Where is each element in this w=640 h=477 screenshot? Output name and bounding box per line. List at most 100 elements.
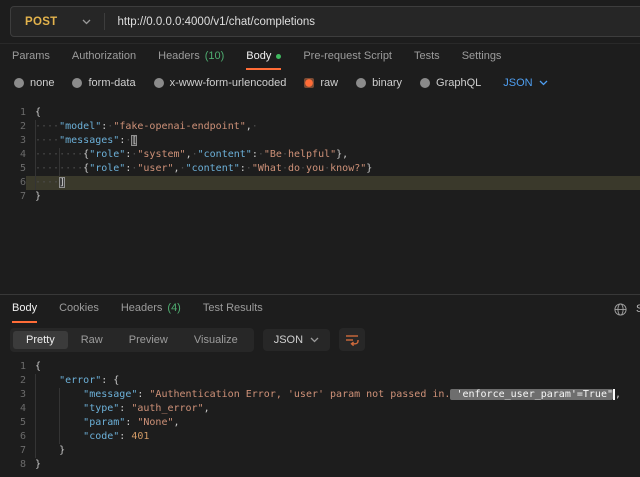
line-number: 1 (0, 360, 26, 374)
code-text: "message": "Authentication Error, 'user'… (26, 388, 640, 402)
tab-label: Pre-request Script (303, 50, 392, 62)
tab-label: Body (12, 302, 37, 314)
code-text: } (26, 190, 640, 204)
chevron-down-icon[interactable] (82, 19, 91, 25)
code-text: ····] (26, 176, 640, 190)
code-text: { (26, 106, 640, 120)
request-tab-settings[interactable]: Settings (462, 44, 502, 70)
response-view-row: PrettyRawPreviewVisualize JSON (0, 323, 640, 356)
indent-guide (59, 148, 60, 176)
response-view-preview[interactable]: Preview (116, 331, 181, 349)
code-text: "code": 401 (26, 430, 640, 444)
tab-count-badge: (4) (167, 302, 180, 314)
code-line: 7} (0, 190, 640, 204)
body-mode-form-data[interactable]: form-data (72, 77, 135, 89)
response-tabs: Body Cookies Headers (4) Test Results St (0, 295, 640, 323)
line-number: 6 (0, 430, 26, 444)
tab-label: Body (246, 50, 271, 62)
tab-label: Authorization (72, 50, 136, 62)
response-tab-test-results[interactable]: Test Results (203, 295, 263, 323)
response-view-visualize[interactable]: Visualize (181, 331, 251, 349)
code-line: 8} (0, 458, 640, 472)
tab-label: Headers (121, 302, 163, 314)
status-text-cutoff: St (636, 303, 640, 315)
code-text: ····"messages":·[ (26, 134, 640, 148)
request-tab-headers[interactable]: Headers (10) (158, 44, 224, 70)
tab-label: Settings (462, 50, 502, 62)
tab-label: Params (12, 50, 50, 62)
radio-icon (14, 78, 24, 88)
code-line: 3 "message": "Authentication Error, 'use… (0, 388, 640, 402)
radio-icon (420, 78, 430, 88)
tab-label: Headers (158, 50, 200, 62)
line-number: 5 (0, 162, 26, 176)
body-mode-label: raw (320, 77, 338, 89)
tab-label: Tests (414, 50, 440, 62)
body-mode-graphql[interactable]: GraphQL (420, 77, 481, 89)
body-mode-row: none form-data x-www-form-urlencoded raw bin… (0, 70, 640, 96)
globe-icon[interactable] (614, 303, 627, 316)
response-tab-cookies[interactable]: Cookies (59, 295, 99, 323)
code-line: 4 "type": "auth_error", (0, 402, 640, 416)
request-language-select[interactable]: JSON (503, 77, 547, 89)
tab-label: Test Results (203, 302, 263, 314)
line-number: 2 (0, 374, 26, 388)
response-view-switcher: PrettyRawPreviewVisualize (10, 328, 254, 352)
request-language-label: JSON (503, 77, 532, 89)
code-line: 2 "error": { (0, 374, 640, 388)
body-mode-x-www-form-urlencoded[interactable]: x-www-form-urlencoded (154, 77, 287, 89)
body-mode-label: GraphQL (436, 77, 481, 89)
radio-icon (304, 78, 314, 88)
code-line: 2····"model":·"fake-openai-endpoint",· (0, 120, 640, 134)
indent-guide (35, 374, 36, 458)
response-language-select[interactable]: JSON (263, 329, 330, 351)
tab-count-badge: (10) (205, 50, 225, 62)
code-text: ····"model":·"fake-openai-endpoint",· (26, 120, 640, 134)
code-text: { (26, 360, 640, 374)
line-number: 3 (0, 134, 26, 148)
body-mode-binary[interactable]: binary (356, 77, 402, 89)
response-view-pretty[interactable]: Pretty (13, 331, 68, 349)
body-mode-label: binary (372, 77, 402, 89)
line-number: 8 (0, 458, 26, 472)
line-number: 3 (0, 388, 26, 402)
code-line: 7 } (0, 444, 640, 458)
request-url-input[interactable]: http://0.0.0.0:4000/v1/chat/completions (118, 16, 316, 28)
request-editor[interactable]: 1{2····"model":·"fake-openai-endpoint",·… (0, 96, 640, 294)
response-tab-headers[interactable]: Headers (4) (121, 295, 181, 323)
response-editor[interactable]: 1{2 "error": {3 "message": "Authenticati… (0, 356, 640, 477)
response-tab-body[interactable]: Body (12, 295, 37, 323)
request-tab-authorization[interactable]: Authorization (72, 44, 136, 70)
tab-label: Cookies (59, 302, 99, 314)
line-number: 1 (0, 106, 26, 120)
method-selector[interactable]: POST (11, 16, 58, 28)
code-line: 1{ (0, 106, 640, 120)
code-text: } (26, 444, 640, 458)
code-line: 3····"messages":·[ (0, 134, 640, 148)
body-mode-raw[interactable]: raw (304, 77, 338, 89)
line-number: 4 (0, 402, 26, 416)
radio-icon (72, 78, 82, 88)
radio-icon (356, 78, 366, 88)
request-tab-pre-request-script[interactable]: Pre-request Script (303, 44, 392, 70)
body-mode-none[interactable]: none (14, 77, 54, 89)
code-line: 6 "code": 401 (0, 430, 640, 444)
code-text: "param": "None", (26, 416, 640, 430)
wrap-lines-button[interactable] (339, 328, 365, 351)
request-tab-params[interactable]: Params (12, 44, 50, 70)
response-meta: St (614, 295, 640, 323)
body-mode-label: form-data (88, 77, 135, 89)
code-line: 4········{"role":·"system",·"content":·"… (0, 148, 640, 162)
request-tab-tests[interactable]: Tests (414, 44, 440, 70)
code-text: "error": { (26, 374, 640, 388)
code-text: ········{"role":·"user",·"content":·"Wha… (26, 162, 640, 176)
code-line: 1{ (0, 360, 640, 374)
code-line: 6····] (0, 176, 640, 190)
chevron-down-icon (539, 80, 548, 86)
unsaved-changes-dot (276, 54, 281, 59)
response-view-raw[interactable]: Raw (68, 331, 116, 349)
request-tab-body[interactable]: Body (246, 44, 281, 70)
chevron-down-icon (310, 337, 319, 343)
request-url-bar: POST http://0.0.0.0:4000/v1/chat/complet… (10, 6, 640, 37)
radio-icon (154, 78, 164, 88)
